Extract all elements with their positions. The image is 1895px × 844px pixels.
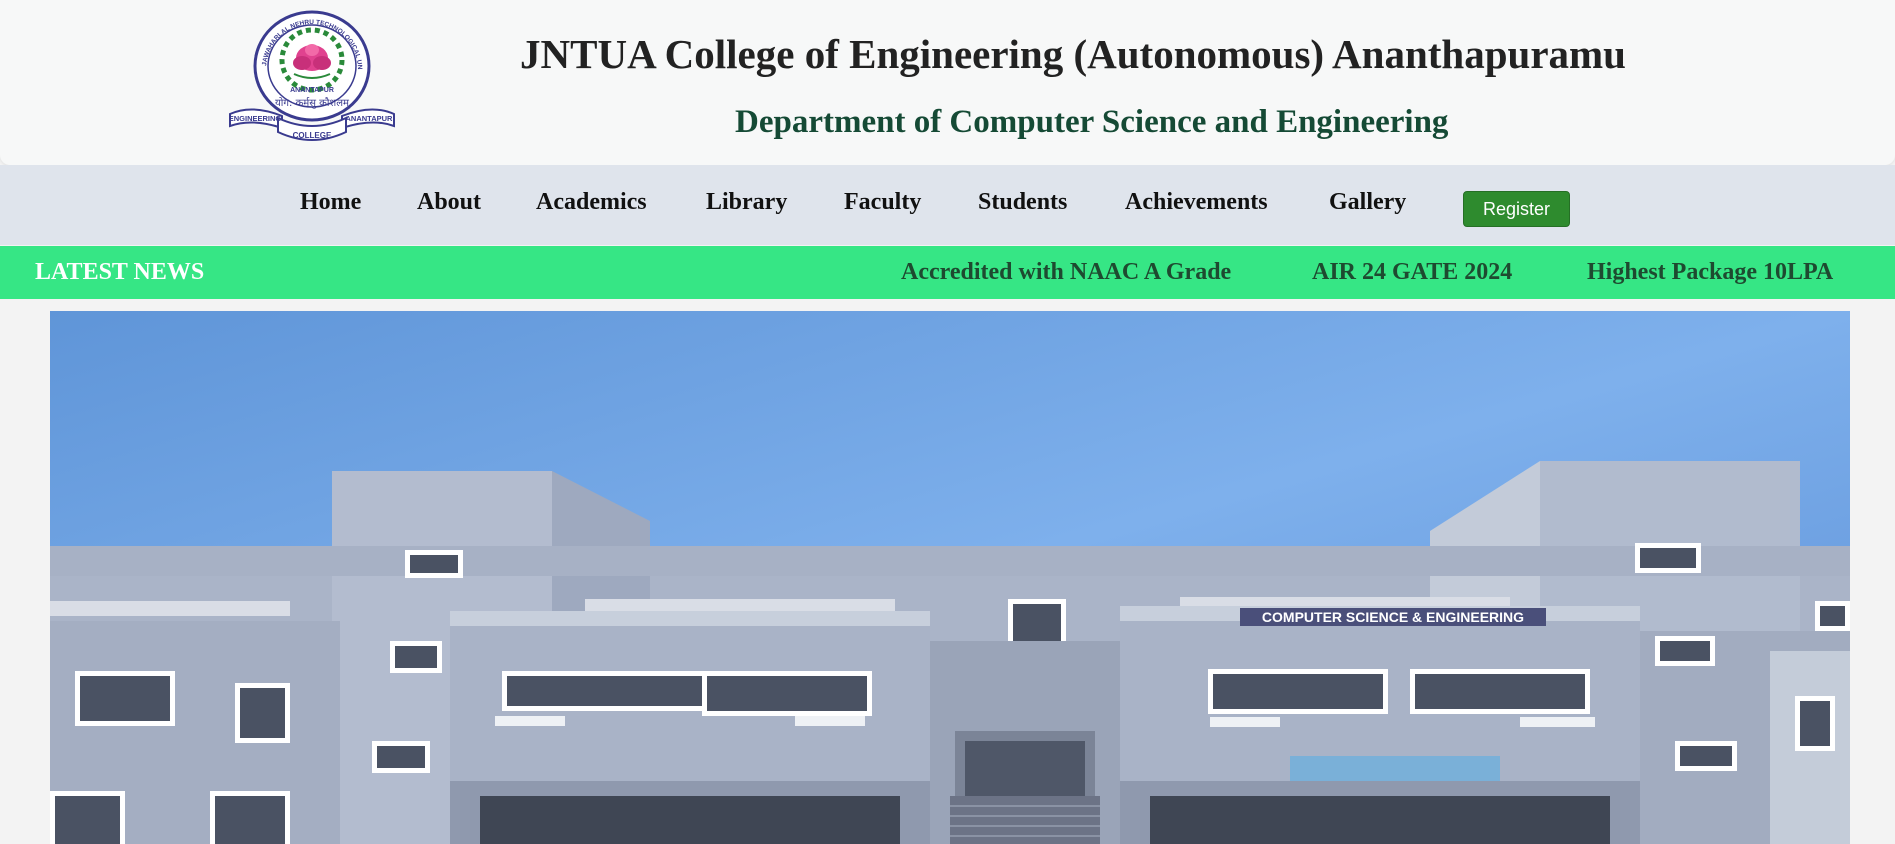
department-title: Department of Computer Science and Engin… [735,104,1449,140]
main-nav: Home About Academics Library Faculty Stu… [0,165,1895,245]
college-title: JNTUA College of Engineering (Autonomous… [520,31,1626,77]
nav-item-academics[interactable]: Academics [536,189,647,216]
nav-item-about[interactable]: About [417,189,481,216]
logo-ribbon-left: ENGINEERING [229,114,282,123]
register-button[interactable]: Register [1463,191,1570,227]
nav-item-library[interactable]: Library [706,189,787,216]
hero-building-image: COMPUTER SCIENCE & ENGINEERING [50,311,1850,844]
news-item-package[interactable]: Highest Package 10LPA [1587,259,1833,286]
building-illustration: COMPUTER SCIENCE & ENGINEERING [50,311,1850,844]
logo-ribbon-center: COLLEGE [293,131,332,140]
logo-ribbon-right: ANANTAPUR [346,114,394,123]
news-item-gate[interactable]: AIR 24 GATE 2024 [1312,259,1512,286]
logo-motto: योग: कर्मसु कौशलम् [275,97,351,109]
nav-item-faculty[interactable]: Faculty [844,189,921,216]
nav-item-gallery[interactable]: Gallery [1329,189,1406,216]
news-item-naac[interactable]: Accredited with NAAC A Grade [901,259,1231,286]
nav-item-home[interactable]: Home [300,189,361,216]
logo-inner-text: ANANTAPUR [290,87,334,94]
building-sign-text: COMPUTER SCIENCE & ENGINEERING [1262,609,1524,625]
latest-news-bar: LATEST NEWS Accredited with NAAC A Grade… [0,246,1895,299]
nav-item-students[interactable]: Students [978,189,1067,216]
latest-news-label: LATEST NEWS [35,259,205,285]
site-header: ANANTAPUR योग: कर्मसु कौशलम् ENGINEERING… [0,0,1895,165]
nav-item-achievements[interactable]: Achievements [1125,189,1268,216]
